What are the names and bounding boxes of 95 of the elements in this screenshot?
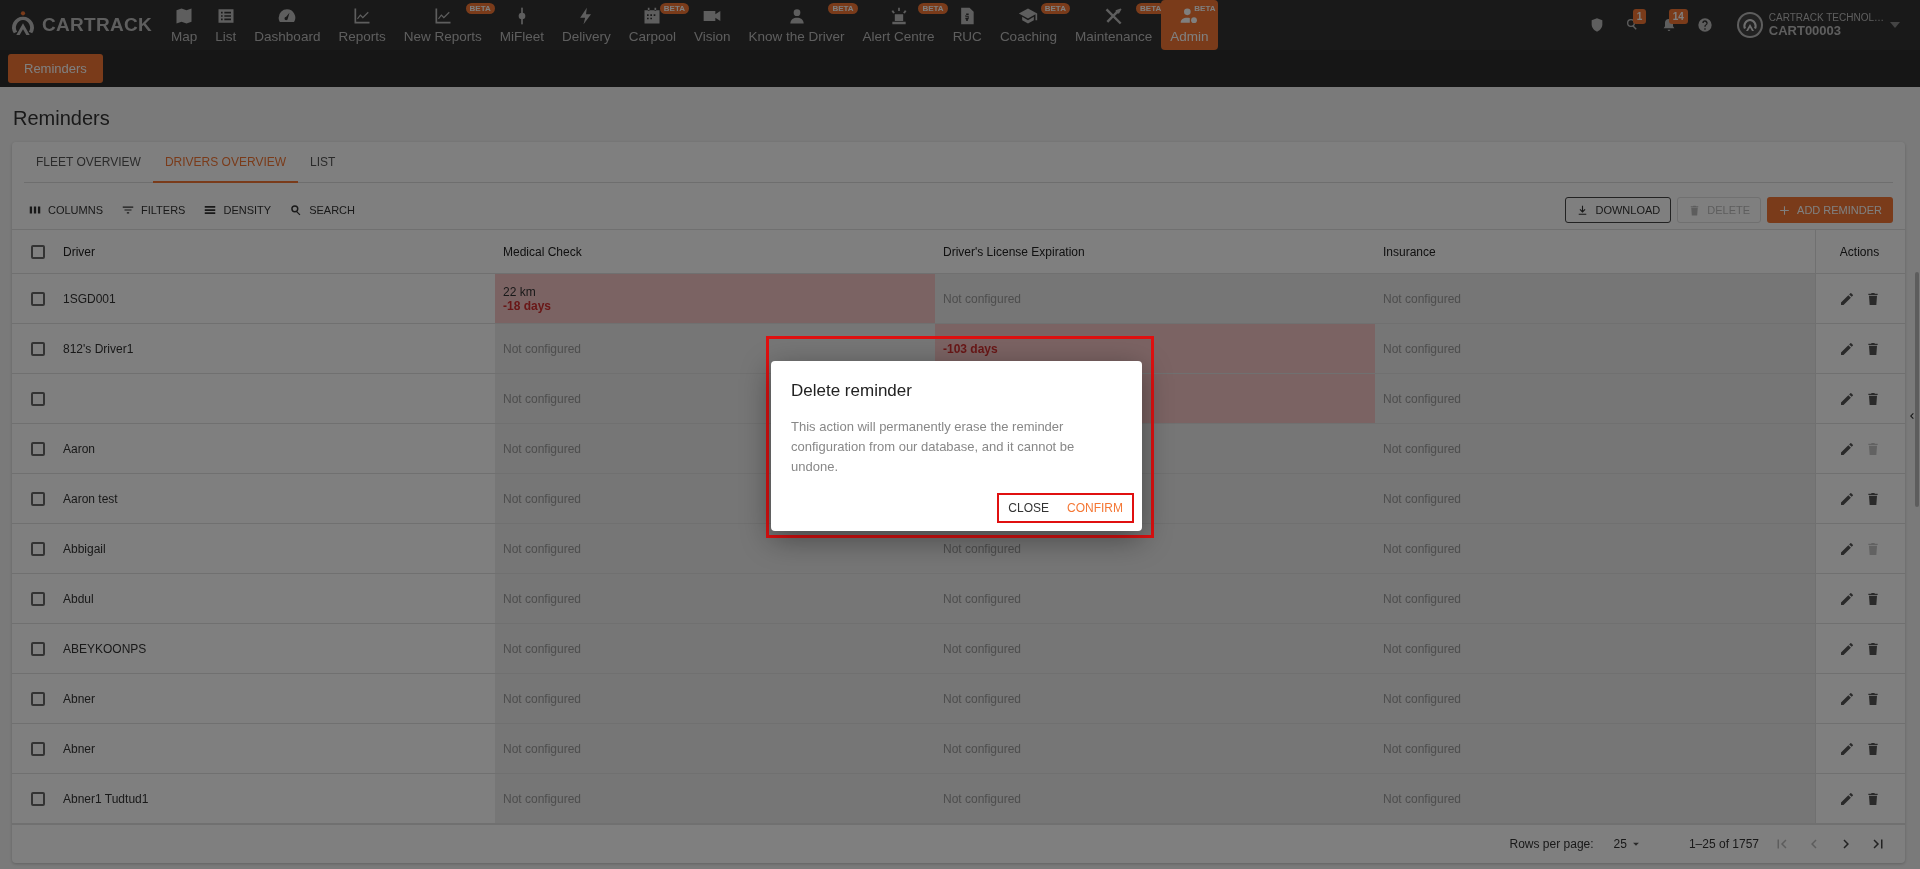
cell-text: 22 km — [503, 284, 536, 299]
edit-button[interactable] — [1838, 340, 1855, 357]
beta-label: BETA — [465, 3, 495, 14]
dialog-message: This action will permanently erase the reminder configuration from our database, and it cannot be undone. — [791, 417, 1076, 476]
nav-item[interactable]: Dashboard — [245, 0, 330, 50]
tools-icon — [1103, 6, 1124, 26]
row-checkbox[interactable] — [30, 391, 45, 406]
company-name: CARTRACK TECHNOL… — [1768, 12, 1884, 23]
columns-button[interactable]: COLUMNS — [22, 199, 109, 222]
tab[interactable]: DRIVERS OVERVIEW — [152, 142, 299, 184]
beta-label: BETA — [1193, 3, 1217, 14]
column-header[interactable]: Driver — [63, 244, 95, 259]
row-checkbox[interactable] — [30, 641, 45, 656]
column-header[interactable]: Medical Check — [503, 244, 582, 259]
edit-button[interactable] — [1838, 390, 1855, 407]
pencil-icon — [1838, 640, 1855, 657]
beta-label: BETA — [828, 3, 858, 14]
edit-button[interactable] — [1838, 590, 1855, 607]
page-range: 1–25 of 1757 — [1688, 837, 1759, 852]
edit-button[interactable] — [1838, 640, 1855, 657]
nav-item[interactable]: Reports — [329, 0, 395, 50]
plus-button[interactable]: ADD REMINDER — [1767, 197, 1893, 224]
calendar-icon — [642, 6, 663, 26]
row-checkbox[interactable] — [30, 741, 45, 756]
download-button[interactable]: DOWNLOAD — [1565, 197, 1672, 224]
driver-name: Aaron — [63, 441, 96, 456]
graduation-cap-icon — [1018, 6, 1039, 26]
row-checkbox[interactable] — [30, 291, 45, 306]
driver-name: Abner1 Tudtud1 — [63, 791, 149, 806]
page-title: Reminders — [12, 106, 111, 131]
subnav-tab[interactable]: Reminders — [8, 54, 103, 83]
filter-button[interactable]: FILTERS — [115, 199, 192, 222]
edit-button[interactable] — [1838, 740, 1855, 757]
nav-item[interactable]: List — [206, 0, 246, 50]
confirm-button[interactable]: CONFIRM — [1059, 495, 1131, 520]
rows-per-page-select[interactable]: 25 — [1607, 836, 1649, 853]
row-checkbox[interactable] — [30, 691, 45, 706]
account-id: CART00003 — [1768, 23, 1843, 38]
map-icon — [174, 6, 195, 26]
overdue-days: -18 days — [503, 298, 552, 313]
row-checkbox[interactable] — [30, 441, 45, 456]
count-badge: 14 — [1668, 9, 1688, 24]
driver-name: 1SGD001 — [63, 291, 116, 306]
brand-name: CARTRACK — [42, 14, 153, 36]
pencil-icon — [1838, 340, 1855, 357]
pencil-icon — [1838, 740, 1855, 757]
overdue-days: -103 days — [943, 341, 998, 356]
pencil-icon — [1838, 390, 1855, 407]
driver-name: Abdul — [63, 591, 94, 606]
nav-item[interactable]: BETA Admin — [1161, 0, 1218, 50]
tab[interactable]: FLEET OVERVIEW — [24, 142, 153, 184]
driver-name: Aaron test — [63, 491, 118, 506]
driver-name: Abbigail — [63, 541, 106, 556]
driver-name: ABEYKOONPS — [63, 641, 147, 656]
beta-label: BETA — [918, 3, 948, 14]
column-header[interactable]: Actions — [1839, 244, 1880, 259]
select-all-checkbox[interactable] — [30, 244, 45, 259]
row-checkbox[interactable] — [30, 591, 45, 606]
row-checkbox[interactable] — [30, 491, 45, 506]
dialog-title: Delete reminder — [791, 380, 913, 401]
search-button[interactable]: SEARCH — [283, 199, 361, 222]
beta-label: BETA — [659, 3, 689, 14]
edit-button[interactable] — [1838, 540, 1855, 557]
edit-button[interactable] — [1838, 290, 1855, 307]
row-checkbox[interactable] — [30, 341, 45, 356]
avatar-icon[interactable] — [1736, 12, 1763, 38]
close-button[interactable]: CLOSE — [1000, 495, 1057, 520]
pencil-icon — [1838, 790, 1855, 807]
pencil-icon — [1838, 490, 1855, 507]
driver-name: 812's Driver1 — [63, 341, 134, 356]
pencil-icon — [1838, 590, 1855, 607]
tab[interactable]: LIST — [298, 142, 348, 184]
chart-icon — [352, 6, 373, 26]
column-header[interactable]: Driver's License Expiration — [943, 244, 1085, 259]
driver-name: Abner — [63, 691, 96, 706]
edit-button[interactable] — [1838, 790, 1855, 807]
row-checkbox[interactable] — [30, 541, 45, 556]
rows-per-page-label: Rows per page: — [1509, 837, 1594, 852]
plus-icon — [1778, 203, 1792, 217]
driver-name: Abner — [63, 741, 96, 756]
density-button[interactable]: DENSITY — [197, 199, 278, 222]
beta-label: BETA — [1040, 3, 1070, 14]
count-badge: 1 — [1632, 9, 1647, 24]
column-header[interactable]: Insurance — [1383, 244, 1436, 259]
nav-item[interactable]: Delivery — [552, 0, 620, 50]
help-icon — [1696, 17, 1713, 33]
pencil-icon — [1838, 440, 1855, 457]
nav-item[interactable]: Map — [162, 0, 207, 50]
edit-button[interactable] — [1838, 490, 1855, 507]
edit-button[interactable] — [1838, 690, 1855, 707]
pencil-icon — [1838, 290, 1855, 307]
edit-button[interactable] — [1838, 440, 1855, 457]
pencil-icon — [1838, 540, 1855, 557]
row-checkbox[interactable] — [30, 791, 45, 806]
pencil-icon — [1838, 690, 1855, 707]
